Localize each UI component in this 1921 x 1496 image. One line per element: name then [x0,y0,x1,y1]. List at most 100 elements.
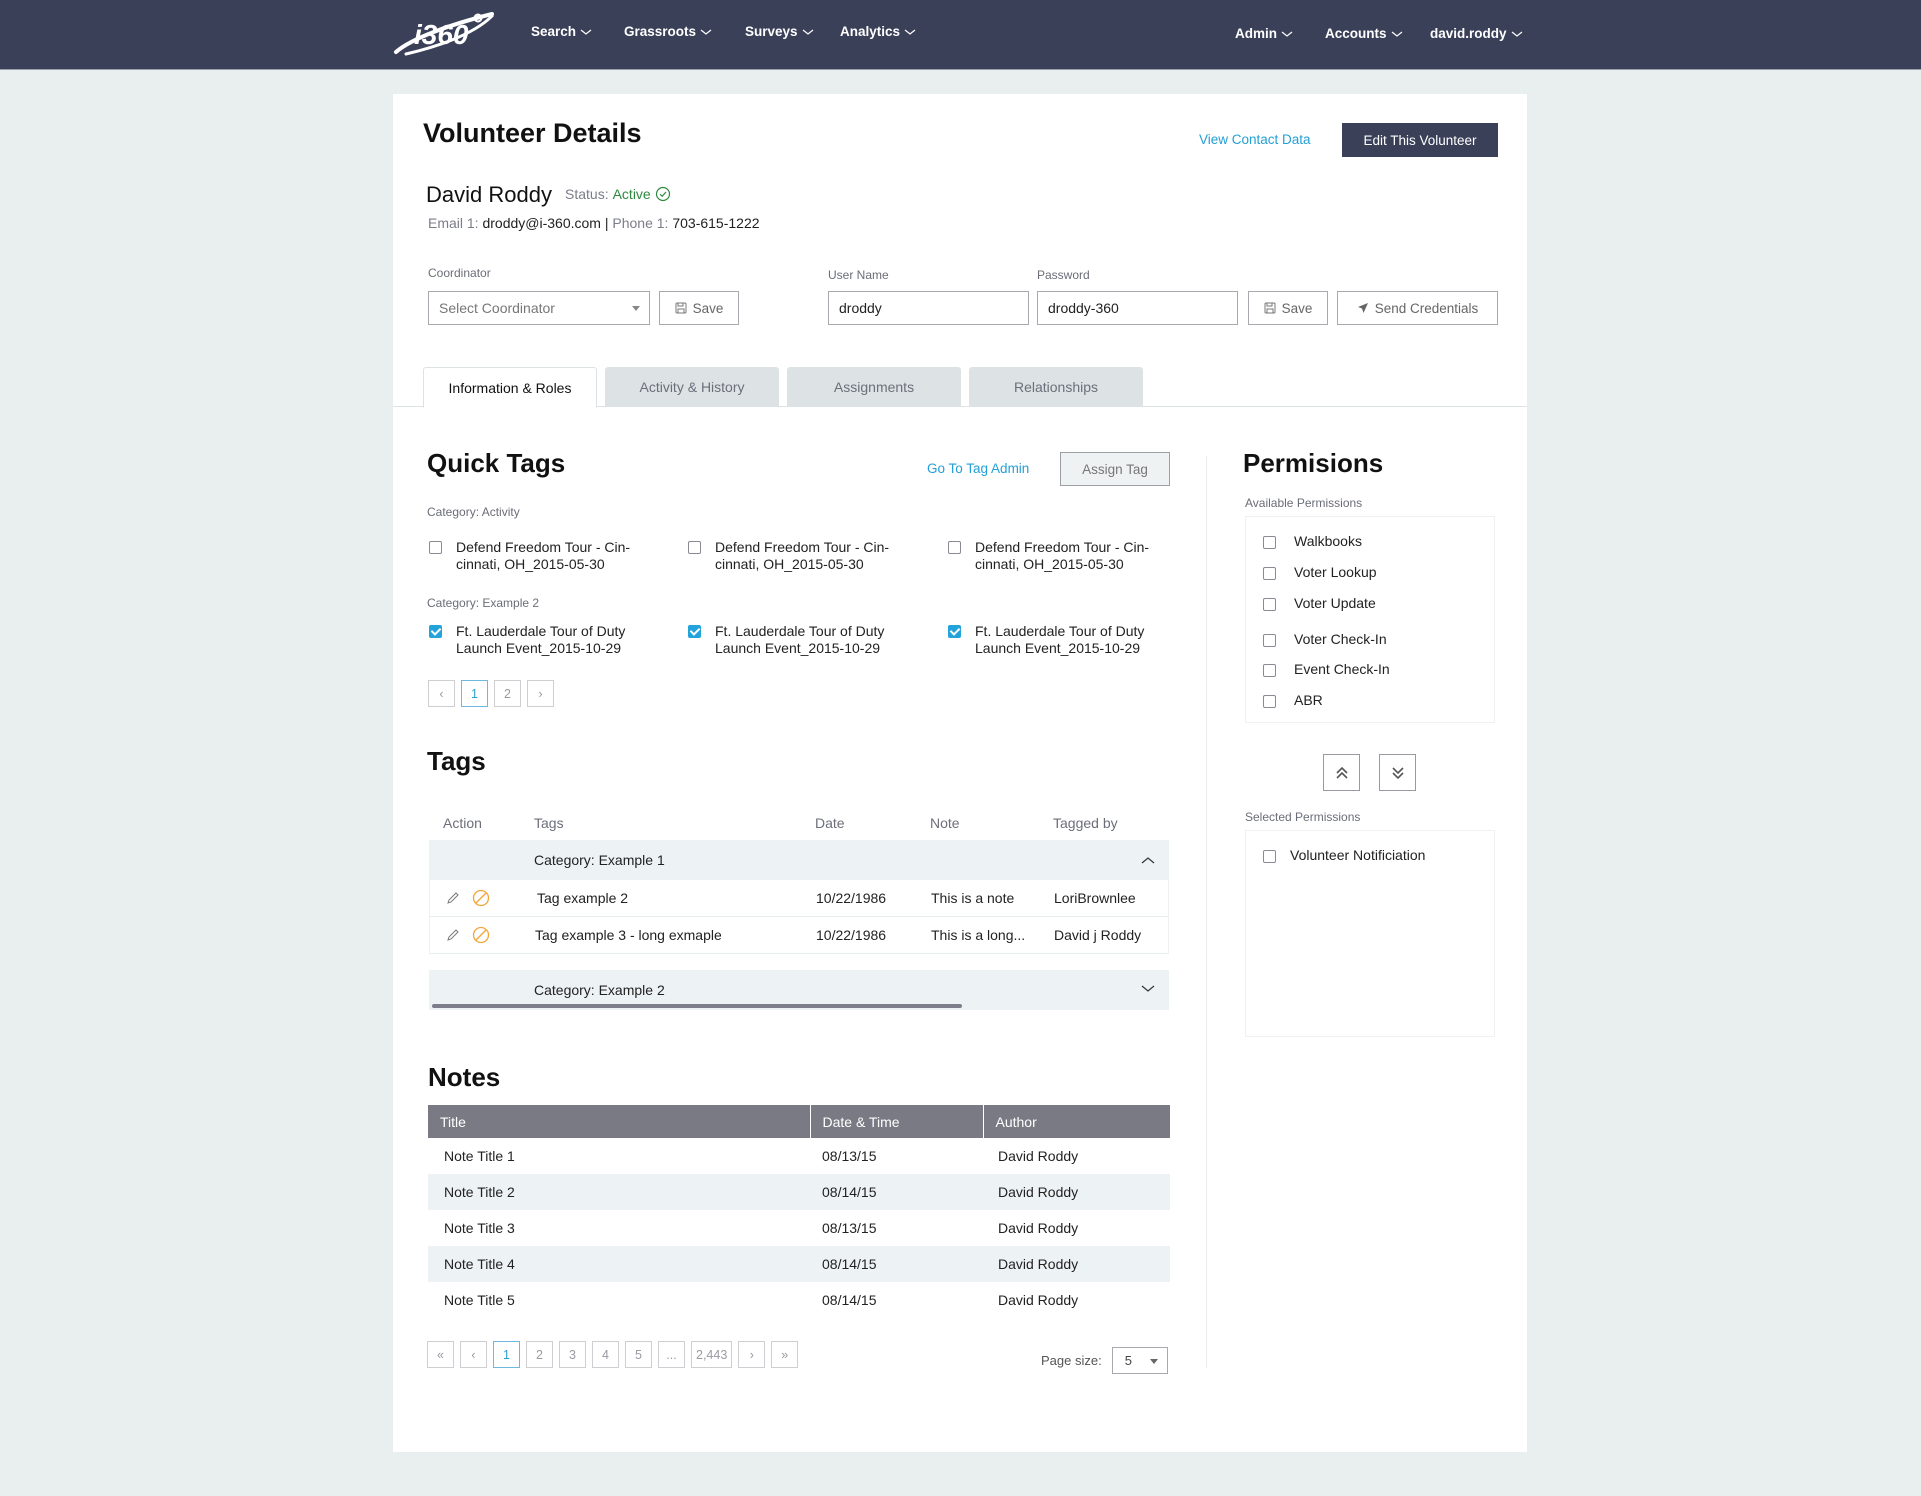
view-contact-data-link[interactable]: View Contact Data [1199,132,1311,147]
nav-grassroots[interactable]: Grassroots [624,24,712,39]
pager-prev-button[interactable]: ‹ [460,1341,487,1368]
edit-pencil-icon[interactable] [446,891,460,905]
checkbox[interactable] [1263,597,1276,611]
pager-page-2[interactable]: 2 [526,1341,553,1368]
permission-item[interactable]: Event Check-In [1246,661,1390,677]
send-credentials-button[interactable]: Send Credentials [1337,291,1498,325]
checkbox-checked[interactable] [948,625,961,638]
coordinator-select[interactable]: Select Coordinator [428,291,650,325]
horizontal-scrollbar[interactable] [432,1004,962,1008]
go-to-tag-admin-link[interactable]: Go To Tag Admin [927,461,1029,476]
permission-item[interactable]: Voter Check-In [1246,631,1387,647]
pager-page-1[interactable]: 1 [493,1341,520,1368]
table-row[interactable]: Note Title 4 08/14/15 David Roddy [428,1246,1170,1282]
nav-surveys[interactable]: Surveys [745,24,814,39]
contact-separator: | [604,215,609,231]
pager-prev-button[interactable]: ‹ [428,680,455,707]
nav-accounts-label: Accounts [1325,26,1387,41]
pager-next-button[interactable]: › [527,680,554,707]
phone-value: 703-615-1222 [672,215,760,231]
save-coordinator-button[interactable]: Save [659,291,739,325]
permission-item[interactable]: Voter Lookup [1246,564,1377,580]
pager-ellipsis[interactable]: ... [658,1341,685,1368]
quick-tag-item[interactable]: Defend Freedom Tour - Cin-cinnati, OH_20… [429,539,669,573]
permission-item[interactable]: Walkbooks [1246,533,1362,549]
nav-accounts[interactable]: Accounts [1325,26,1403,41]
note-title: Note Title 1 [444,1148,515,1164]
nav-user-menu[interactable]: david.roddy [1430,26,1523,41]
i360-logo[interactable]: i360 [392,8,496,58]
pager-page-3[interactable]: 3 [559,1341,586,1368]
table-row[interactable]: Note Title 3 08/13/15 David Roddy [428,1210,1170,1246]
remove-tag-icon[interactable] [472,926,490,944]
move-up-button[interactable] [1323,754,1360,791]
note-title: Note Title 4 [428,1246,810,1282]
checkbox[interactable] [1263,566,1276,580]
tab-information-roles[interactable]: Information & Roles [423,367,597,408]
table-row[interactable]: Note Title 5 08/14/15 David Roddy [428,1282,1170,1318]
edit-volunteer-button[interactable]: Edit This Volunteer [1342,123,1498,157]
col-title[interactable]: Title [428,1105,811,1138]
checkbox[interactable] [688,541,701,554]
nav-search-label: Search [531,24,577,39]
tags-title: Tags [427,746,486,776]
col-author[interactable]: Author [983,1105,1170,1138]
checkbox[interactable] [1263,633,1276,647]
pager-next-button[interactable]: › [738,1341,766,1368]
tab-activity-history[interactable]: Activity & History [605,367,779,407]
remove-tag-icon[interactable] [472,889,490,907]
nav-analytics[interactable]: Analytics [840,24,916,39]
table-row[interactable]: Note Title 2 08/14/15 David Roddy [428,1174,1170,1210]
pager-first-button[interactable]: « [427,1341,454,1368]
checkbox-checked[interactable] [429,625,442,638]
quick-tag-item[interactable]: Ft. Lauderdale Tour of Duty Launch Event… [688,623,928,657]
tab-bar: Information & Roles Activity & History A… [393,367,1527,408]
checkbox[interactable] [948,541,961,554]
tag-group-label: Category: Example 1 [534,852,665,868]
checkbox[interactable] [1263,663,1276,677]
pager-page-5[interactable]: 5 [625,1341,652,1368]
permission-item[interactable]: Volunteer Notificiation [1246,847,1425,863]
quick-tag-item[interactable]: Defend Freedom Tour - Cin-cinnati, OH_20… [688,539,928,573]
quick-tag-item[interactable]: Ft. Lauderdale Tour of Duty Launch Event… [948,623,1188,657]
quick-tag-item[interactable]: Defend Freedom Tour - Cin-cinnati, OH_20… [948,539,1188,573]
quick-tag-item[interactable]: Ft. Lauderdale Tour of Duty Launch Event… [429,623,669,657]
selected-permissions-label: Selected Permissions [1245,810,1361,824]
checkbox[interactable] [1263,849,1276,863]
chevron-down-icon[interactable] [1141,984,1155,993]
column-divider [1206,456,1207,1368]
tab-relationships[interactable]: Relationships [969,367,1143,407]
permission-item[interactable]: Voter Update [1246,595,1376,611]
pager-page-last-number[interactable]: 2,443 [691,1341,733,1368]
nav-admin[interactable]: Admin [1235,26,1293,41]
password-input[interactable] [1037,291,1238,325]
note-title: Note Title 2 [428,1174,810,1210]
pager-page-2[interactable]: 2 [494,680,521,707]
checkbox[interactable] [1263,694,1276,708]
col-date-time[interactable]: Date & Time [810,1105,984,1138]
move-down-button[interactable] [1379,754,1416,791]
chevron-up-icon[interactable] [1141,856,1155,865]
assign-tag-button[interactable]: Assign Tag [1060,452,1170,486]
tag-group-header[interactable]: Category: Example 1 [429,840,1169,880]
page-size-select[interactable]: 5 [1111,1347,1168,1374]
coordinator-placeholder: Select Coordinator [439,300,555,316]
checkbox[interactable] [1263,535,1276,549]
nav-search[interactable]: Search [531,24,592,39]
pager-page-1[interactable]: 1 [461,680,488,707]
checkbox[interactable] [429,541,442,554]
note-author: David Roddy [998,1292,1079,1308]
pager-last-button[interactable]: » [771,1341,799,1368]
tab-assignments[interactable]: Assignments [787,367,961,407]
permission-item[interactable]: ABR [1246,692,1323,708]
note-author: David Roddy [983,1246,1170,1282]
chevron-down-icon [1511,31,1522,37]
pager-page-4[interactable]: 4 [592,1341,619,1368]
checkbox-checked[interactable] [688,625,701,638]
table-row[interactable]: Note Title 1 08/13/15 David Roddy [428,1138,1170,1174]
tag-tagged-by: David j Roddy [1054,927,1142,943]
col-tagged-by: Tagged by [1053,815,1118,831]
save-credentials-button[interactable]: Save [1248,291,1328,325]
username-input[interactable] [828,291,1029,325]
edit-pencil-icon[interactable] [446,928,460,942]
